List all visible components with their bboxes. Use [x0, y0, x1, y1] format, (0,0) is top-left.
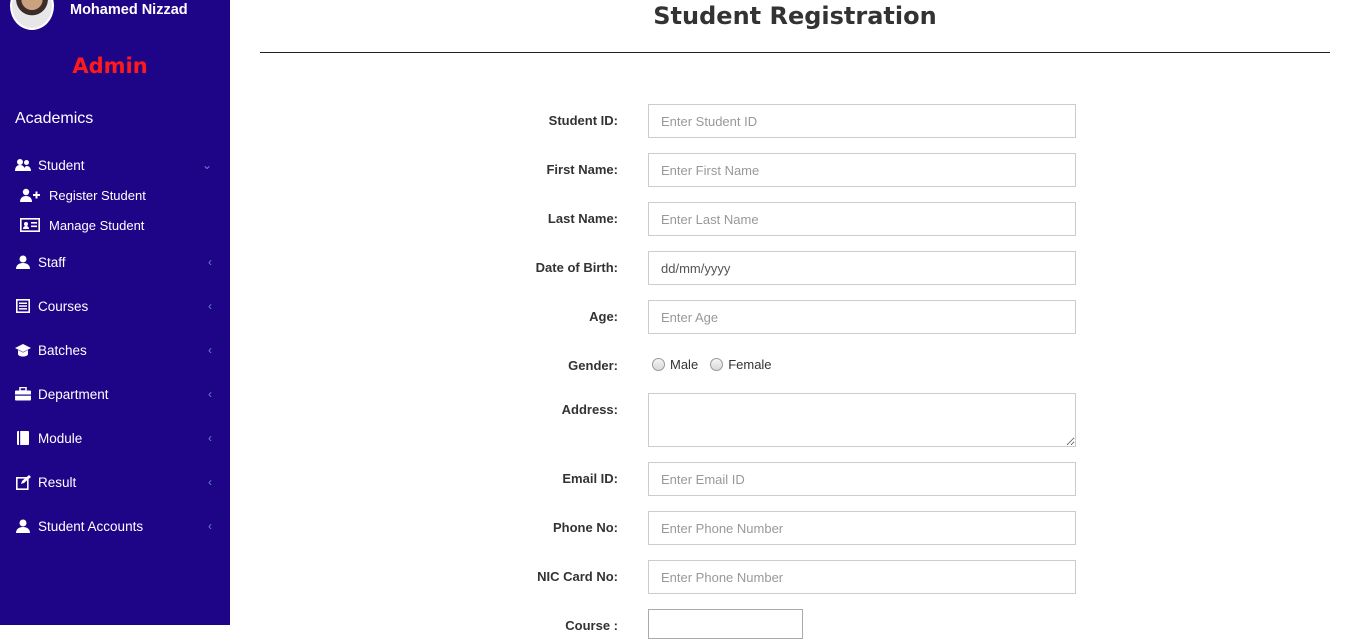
sidebar-item-result[interactable]: Result ‹ [0, 460, 230, 504]
avatar [10, 0, 54, 30]
form-row-last-name: Last Name: Enter Last Name [420, 202, 1100, 236]
sidebar-item-label: Student Accounts [38, 518, 144, 534]
form-row-dob: Date of Birth: dd/mm/yyyy [420, 251, 1100, 285]
sidebar-item-label: Module [38, 430, 83, 446]
sidebar-item-department[interactable]: Department ‹ [0, 372, 230, 416]
age-label: Age: [589, 309, 618, 324]
phone-label: Phone No: [553, 520, 618, 535]
first-name-label: First Name: [546, 162, 618, 177]
course-select[interactable] [648, 609, 803, 639]
chevron-left-icon: ‹ [208, 299, 212, 313]
form-row-nic: NIC Card No: Enter Phone Number [420, 560, 1100, 594]
sidebar-item-label: Batches [38, 342, 87, 358]
chevron-left-icon: ‹ [208, 519, 212, 533]
first-name-input[interactable]: Enter First Name [648, 153, 1076, 187]
gender-female-label[interactable]: Female [728, 357, 771, 372]
address-textarea[interactable] [648, 393, 1076, 447]
form-row-student-id: Student ID: Enter Student ID [420, 104, 1100, 138]
submenu-manage-student[interactable]: Manage Student [20, 210, 230, 240]
sidebar-menu: Student ⌄ Register Student Manage Studen… [0, 150, 230, 548]
dob-input[interactable]: dd/mm/yyyy [648, 251, 1076, 285]
user-profile: Mohamed Nizzad [10, 0, 188, 30]
briefcase-icon [15, 386, 31, 402]
sidebar-item-label: Result [38, 474, 77, 490]
email-label: Email ID: [562, 471, 618, 486]
graduation-cap-icon [15, 342, 31, 358]
sidebar-item-courses[interactable]: Courses ‹ [0, 284, 230, 328]
section-heading: Academics [15, 110, 94, 127]
student-id-input[interactable]: Enter Student ID [648, 104, 1076, 138]
form-row-course: Course : [420, 609, 1100, 643]
chevron-left-icon: ‹ [208, 431, 212, 445]
sidebar-item-label: Student [38, 157, 85, 173]
gender-radio-group: Male Female [652, 357, 784, 372]
sidebar-item-label: Staff [38, 254, 66, 270]
gender-label: Gender: [568, 358, 618, 373]
form-row-first-name: First Name: Enter First Name [420, 153, 1100, 187]
age-input[interactable]: Enter Age [648, 300, 1076, 334]
sidebar-item-label: Department [38, 386, 109, 402]
student-submenu: Register Student Manage Student [0, 180, 230, 240]
last-name-input[interactable]: Enter Last Name [648, 202, 1076, 236]
course-label: Course : [565, 618, 618, 633]
id-card-icon [20, 217, 40, 233]
edit-icon [15, 474, 31, 490]
nic-input[interactable]: Enter Phone Number [648, 560, 1076, 594]
dob-label: Date of Birth: [535, 260, 618, 275]
gender-female-radio[interactable] [710, 358, 724, 371]
book-icon [15, 430, 31, 446]
gender-male-radio[interactable] [652, 358, 665, 371]
nic-label: NIC Card No: [537, 569, 618, 584]
sidebar-item-staff[interactable]: Staff ‹ [0, 240, 230, 284]
address-label: Address: [561, 402, 618, 417]
user-role: Admin [72, 54, 148, 78]
chevron-left-icon: ‹ [208, 475, 212, 489]
form-row-phone: Phone No: Enter Phone Number [420, 511, 1100, 545]
sidebar-item-student-accounts[interactable]: Student Accounts ‹ [0, 504, 230, 548]
chevron-down-icon: ⌄ [201, 158, 212, 172]
form-row-email: Email ID: Enter Email ID [420, 462, 1100, 496]
form-row-age: Age: Enter Age [420, 300, 1100, 334]
submenu-label: Manage Student [49, 217, 145, 233]
form-row-gender: Gender: Male Female [420, 349, 1100, 383]
chevron-left-icon: ‹ [208, 255, 212, 269]
user-plus-icon [20, 187, 40, 203]
user-name: Mohamed Nizzad [70, 2, 188, 18]
chevron-left-icon: ‹ [208, 343, 212, 357]
submenu-register-student[interactable]: Register Student [20, 180, 230, 210]
title-divider [260, 52, 1330, 53]
list-icon [15, 298, 31, 314]
gender-male-label[interactable]: Male [670, 357, 698, 372]
submenu-label: Register Student [49, 187, 146, 203]
email-input[interactable]: Enter Email ID [648, 462, 1076, 496]
sidebar-item-batches[interactable]: Batches ‹ [0, 328, 230, 372]
sidebar: Mohamed Nizzad Admin Academics Student ⌄… [0, 0, 230, 625]
user-icon [15, 254, 31, 270]
sidebar-item-module[interactable]: Module ‹ [0, 416, 230, 460]
sidebar-item-student[interactable]: Student ⌄ [0, 150, 230, 180]
users-icon [15, 157, 31, 173]
page-title: Student Registration [653, 2, 937, 30]
student-id-label: Student ID: [548, 113, 618, 128]
user-icon [15, 518, 31, 534]
sidebar-item-label: Courses [38, 298, 89, 314]
chevron-left-icon: ‹ [208, 387, 212, 401]
form-row-address: Address: [420, 393, 1100, 447]
last-name-label: Last Name: [547, 211, 618, 226]
phone-input[interactable]: Enter Phone Number [648, 511, 1076, 545]
